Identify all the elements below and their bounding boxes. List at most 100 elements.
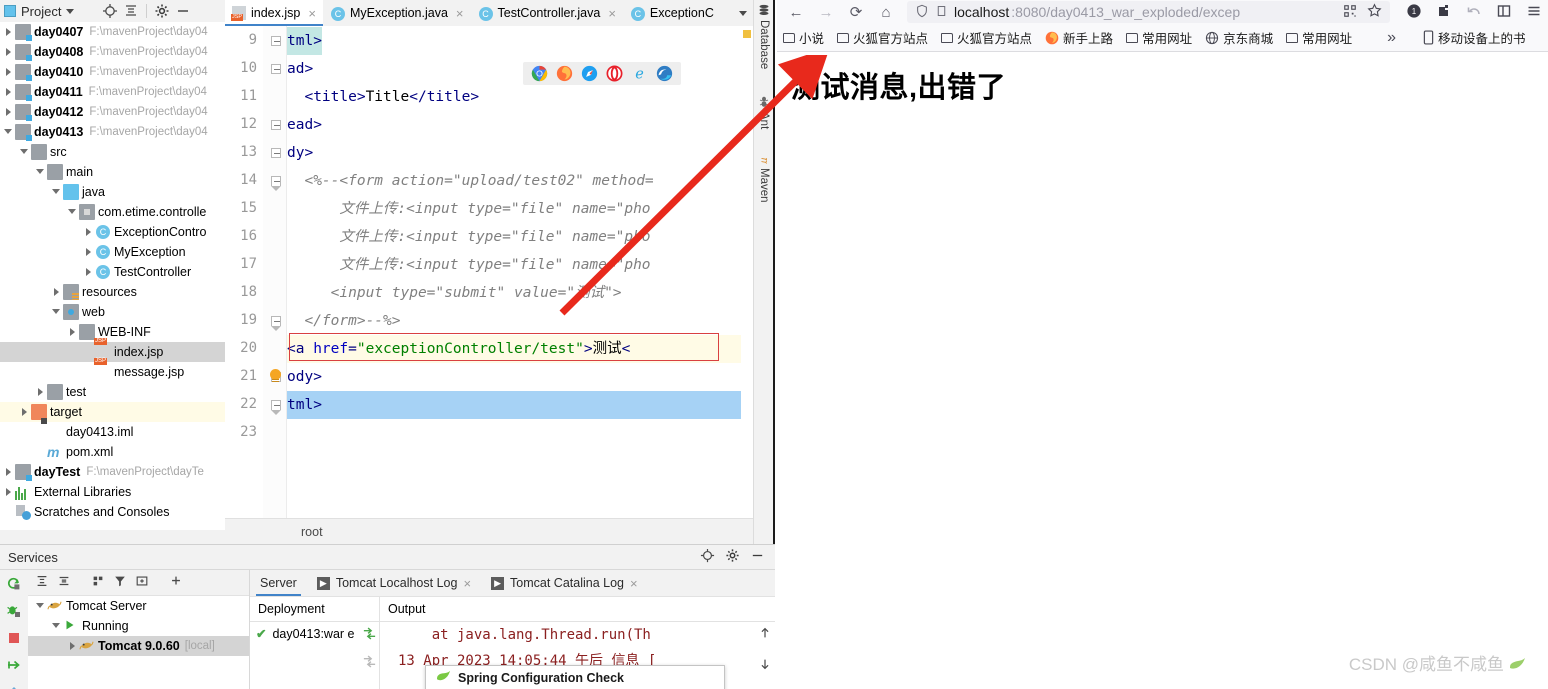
editor-tab-exceptionc[interactable]: C ExceptionC — [623, 0, 721, 26]
code-text[interactable]: tml> ad> <title>Title</title> ead> dy> <%--… — [287, 26, 741, 544]
fold-marker-icon[interactable] — [271, 316, 281, 331]
editor-tab-index-jsp[interactable]: index.jsp × — [225, 0, 323, 26]
opera-icon[interactable] — [606, 65, 623, 82]
tree-item-web-inf[interactable]: WEB-INF — [0, 322, 225, 342]
bookmarks-bar[interactable]: 小说 火狐官方站点 火狐官方站点 新手上路 常用网址 京东商城 常用网址 » 移动设备上的书 — [777, 24, 1548, 52]
edge-icon[interactable] — [656, 65, 673, 82]
tree-item-test[interactable]: test — [0, 382, 225, 402]
collapse-arrow-icon[interactable] — [18, 142, 31, 162]
chevron-down-icon[interactable] — [739, 10, 747, 16]
tree-item-day0410[interactable]: day0410 F:\mavenProject\day04 — [0, 62, 225, 82]
collapse-arrow-icon[interactable] — [34, 596, 47, 616]
tool-tab-maven[interactable]: m Maven — [754, 152, 774, 202]
right-tool-window-tabs[interactable]: Database Ant m Maven — [753, 0, 773, 544]
tree-item-daytest[interactable]: dayTest F:\mavenProject\dayTe — [0, 462, 225, 482]
code-line-16[interactable]: 文件上传:<input type="file" name="pho — [287, 223, 650, 251]
stop-icon[interactable] — [6, 630, 22, 649]
fold-marker-icon[interactable] — [271, 148, 281, 158]
expand-arrow-icon[interactable] — [2, 82, 15, 102]
tree-item-pom-xml[interactable]: m pom.xml — [0, 442, 225, 462]
tree-item-main[interactable]: main — [0, 162, 225, 182]
expand-arrow-icon[interactable] — [2, 42, 15, 62]
editor-tabs-overflow[interactable] — [733, 0, 753, 26]
services-tree-item-tomcat-9-0-60[interactable]: Tomcat 9.0.60 [local] — [28, 636, 249, 656]
forward-button[interactable]: → — [813, 1, 839, 23]
tree-item-day0413[interactable]: day0413 F:\mavenProject\day04 — [0, 122, 225, 142]
deploy-icon[interactable] — [6, 657, 22, 676]
collapse-arrow-icon[interactable] — [66, 202, 79, 222]
code-line-10[interactable]: ad> — [287, 55, 313, 83]
tree-item-index-jsp[interactable]: index.jsp — [0, 342, 225, 362]
fold-marker-icon[interactable] — [271, 120, 281, 130]
code-line-12[interactable]: ead> — [287, 111, 322, 139]
fold-marker-icon[interactable] — [271, 176, 281, 191]
settings-gear-icon[interactable] — [725, 548, 740, 566]
expand-arrow-icon[interactable] — [2, 102, 15, 122]
close-tab-icon[interactable]: × — [463, 576, 471, 591]
tree-item-testcontroller[interactable]: C TestController — [0, 262, 225, 282]
intention-bulb-icon[interactable] — [270, 369, 281, 380]
expand-arrow-icon[interactable] — [2, 482, 15, 502]
more-icon[interactable] — [6, 684, 22, 689]
chrome-icon[interactable] — [531, 65, 548, 82]
code-line-22[interactable]: tml> — [287, 391, 322, 419]
services-tree-item-tomcat-server[interactable]: Tomcat Server — [28, 596, 249, 616]
services-tab-tomcat-catalina-log[interactable]: ▶ Tomcat Catalina Log × — [481, 570, 648, 596]
expand-arrow-icon[interactable] — [66, 636, 79, 656]
expand-arrow-icon[interactable] — [2, 22, 15, 42]
close-tab-icon[interactable]: × — [456, 6, 464, 21]
tree-item-resources[interactable]: resources — [0, 282, 225, 302]
bookmarks-overflow-icon[interactable]: » — [1387, 29, 1396, 47]
qr-code-icon[interactable] — [1343, 4, 1357, 21]
editor-breadcrumb[interactable]: root — [225, 518, 753, 544]
tree-item-day0413-iml[interactable]: day0413.iml — [0, 422, 225, 442]
code-line-17[interactable]: 文件上传:<input type="file" name="pho — [287, 251, 650, 279]
collapse-arrow-icon[interactable] — [2, 122, 15, 142]
code-line-11[interactable]: <title>Title</title> — [287, 83, 479, 111]
shield-badge-icon[interactable]: 1 — [1406, 3, 1422, 22]
minimize-icon[interactable] — [750, 548, 765, 566]
deploy-arrows-icon[interactable] — [362, 626, 377, 644]
code-line-9[interactable]: tml> — [287, 27, 322, 55]
tree-item-com-etime-controlle[interactable]: com.etime.controlle — [0, 202, 225, 222]
collapse-all-icon[interactable] — [57, 574, 71, 591]
minimize-icon[interactable] — [175, 3, 191, 19]
bookmark-常用网址[interactable]: 常用网址 — [1286, 28, 1352, 47]
tree-item-web[interactable]: web — [0, 302, 225, 322]
bookmark-火狐官方站点[interactable]: 火狐官方站点 — [941, 28, 1032, 47]
code-line-19[interactable]: </form>--%> — [287, 307, 400, 335]
page-info-icon[interactable] — [935, 4, 948, 21]
tree-item-day0407[interactable]: day0407 F:\mavenProject\day04 — [0, 22, 225, 42]
services-tab-bar[interactable]: Server ▶ Tomcat Localhost Log × ▶ Tomcat Cata… — [250, 570, 775, 596]
extension-icon[interactable] — [1436, 3, 1452, 22]
expand-arrow-icon[interactable] — [82, 262, 95, 282]
tree-item-day0411[interactable]: day0411 F:\mavenProject\day04 — [0, 82, 225, 102]
code-line-18[interactable]: <input type="submit" value="测试"> — [287, 279, 622, 307]
code-folding-gutter[interactable] — [263, 26, 287, 544]
close-tab-icon[interactable]: × — [630, 576, 638, 591]
undeploy-arrows-icon[interactable] — [362, 654, 377, 672]
tree-item-external-libraries[interactable]: External Libraries — [0, 482, 225, 502]
collapse-arrow-icon[interactable] — [50, 302, 63, 322]
back-button[interactable]: ← — [783, 1, 809, 23]
expand-arrow-icon[interactable] — [82, 222, 95, 242]
project-tree[interactable]: day0407 F:\mavenProject\day04 day0408 F:\ma… — [0, 22, 225, 530]
tree-item-scratches-and-consoles[interactable]: Scratches and Consoles — [0, 502, 225, 522]
code-line-21[interactable]: ody> — [287, 363, 322, 391]
expand-all-icon[interactable] — [35, 574, 49, 591]
address-bar[interactable]: localhost :8080/day0413_war_exploded/exc… — [907, 1, 1390, 23]
collapse-all-icon[interactable] — [123, 3, 139, 19]
expand-arrow-icon[interactable] — [66, 322, 79, 342]
tree-item-day0408[interactable]: day0408 F:\mavenProject\day04 — [0, 42, 225, 62]
browser-preview-strip[interactable]: e — [523, 62, 681, 85]
expand-arrow-icon[interactable] — [50, 282, 63, 302]
shield-icon[interactable] — [915, 4, 929, 21]
bookmark-star-icon[interactable] — [1367, 3, 1382, 21]
scroll-up-icon[interactable] — [758, 626, 772, 643]
close-tab-icon[interactable]: × — [608, 6, 616, 21]
deployment-action-icons[interactable] — [358, 624, 380, 689]
add-icon[interactable] — [169, 574, 183, 591]
debug-icon[interactable] — [6, 603, 22, 622]
locate-icon[interactable] — [700, 548, 715, 566]
code-area[interactable]: 9 10 11 12 13 14 15 16 17 18 19 20 21 22 23 tml> ad> <t… — [225, 26, 753, 544]
